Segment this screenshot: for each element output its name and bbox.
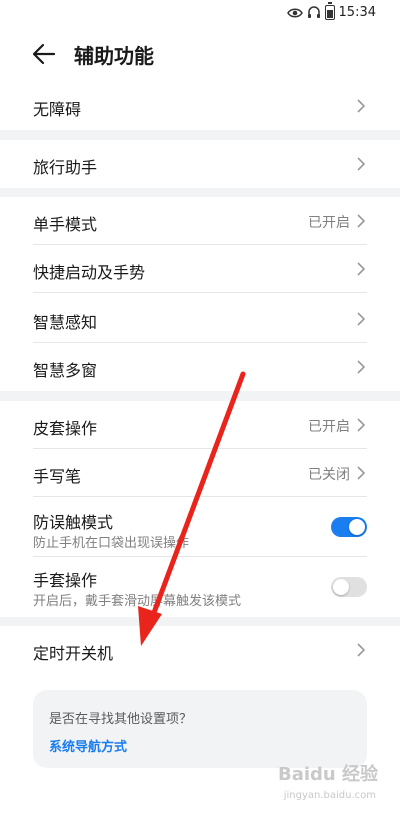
menu-item-label: 定时开关机 <box>33 644 114 663</box>
menu-item-label: 旅行助手 <box>33 158 98 177</box>
chevron-right-icon <box>357 214 366 228</box>
menu-item-label: 快捷启动及手势 <box>33 263 146 282</box>
group-separator <box>0 391 400 401</box>
battery-icon <box>324 2 335 20</box>
suggestion-question: 是否在寻找其他设置项？ <box>49 712 193 727</box>
menu-item-label: 无障碍 <box>33 100 82 119</box>
menu-item-travel-assistant[interactable]: 旅行助手 <box>0 140 400 188</box>
menu-item-label: 智慧感知 <box>33 313 98 332</box>
group-separator <box>0 617 400 626</box>
chevron-right-icon <box>357 466 366 480</box>
glove-mode-toggle[interactable] <box>331 577 367 597</box>
group-separator <box>0 130 400 140</box>
menu-item-label: 皮套操作 <box>33 419 98 438</box>
menu-item-quick-launch-gestures[interactable]: 快捷启动及手势 <box>0 245 400 293</box>
page-title: 辅助功能 <box>74 44 154 68</box>
menu-item-status: 已关闭 <box>308 467 350 483</box>
menu-item-stylus[interactable]: 手写笔 已关闭 <box>0 449 400 497</box>
suggestion-card: 是否在寻找其他设置项？ 系统导航方式 <box>33 690 367 768</box>
menu-item-smart-sensing[interactable]: 智慧感知 <box>0 295 400 343</box>
back-arrow-icon[interactable] <box>30 40 58 68</box>
divider <box>33 496 367 497</box>
menu-item-one-hand-mode[interactable]: 单手模式 已开启 <box>0 197 400 245</box>
chevron-right-icon <box>357 418 366 432</box>
status-bar: 15:34 <box>0 0 400 26</box>
suggestion-link[interactable]: 系统导航方式 <box>49 736 127 755</box>
menu-item-label: 智慧多窗 <box>33 361 98 380</box>
accidental-touch-toggle[interactable] <box>331 517 367 537</box>
toggle-knob <box>333 579 349 595</box>
chevron-right-icon <box>357 157 366 171</box>
group-separator <box>0 188 400 197</box>
watermark-logo: Baidu 经验 <box>277 764 378 785</box>
menu-item-label: 手写笔 <box>33 467 82 486</box>
header: 辅助功能 <box>0 26 400 82</box>
menu-item-scheduled-power[interactable]: 定时开关机 <box>0 626 400 674</box>
headset-icon <box>307 6 320 18</box>
chevron-right-icon <box>357 262 366 276</box>
menu-item-cover-operation[interactable]: 皮套操作 已开启 <box>0 401 400 449</box>
toggle-knob <box>349 519 365 535</box>
menu-item-description: 开启后，戴手套滑动屏幕触发该模式 <box>33 594 242 609</box>
chevron-right-icon <box>357 99 366 113</box>
eye-icon <box>286 8 303 17</box>
menu-item-accidental-touch-mode: 防误触模式 防止手机在口袋出现误操作 <box>0 499 400 557</box>
chevron-right-icon <box>357 643 366 657</box>
status-icons: 15:34 <box>286 2 376 20</box>
divider <box>33 292 367 293</box>
menu-item-status: 已开启 <box>308 419 350 435</box>
menu-item-label: 防误触模式 <box>33 513 114 532</box>
menu-item-description: 防止手机在口袋出现误操作 <box>33 536 190 551</box>
watermark-url: jingyan.baidu.com <box>283 790 376 801</box>
status-time: 15:34 <box>338 5 376 20</box>
menu-item-glove-mode: 手套操作 开启后，戴手套滑动屏幕触发该模式 <box>0 557 400 617</box>
menu-item-smart-multi-window[interactable]: 智慧多窗 <box>0 343 400 391</box>
chevron-right-icon <box>357 312 366 326</box>
menu-item-label: 单手模式 <box>33 215 98 234</box>
menu-item-status: 已开启 <box>308 215 350 231</box>
menu-item-label: 手套操作 <box>33 571 98 590</box>
chevron-right-icon <box>357 360 366 374</box>
menu-item-accessibility[interactable]: 无障碍 <box>0 82 400 130</box>
